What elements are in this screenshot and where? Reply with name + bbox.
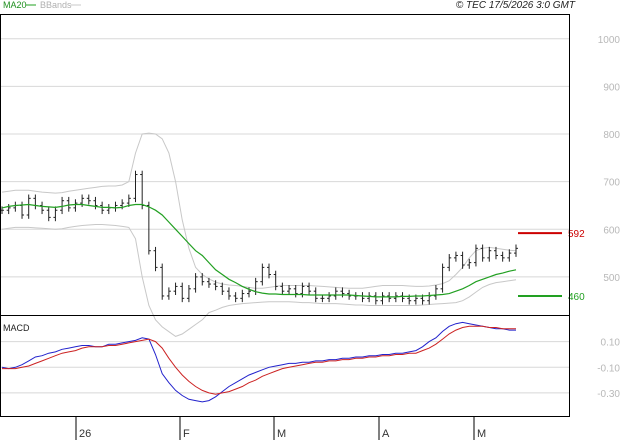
price-grid [0, 38, 570, 278]
price-bar [53, 206, 58, 222]
price-bar [440, 263, 445, 293]
price-y-tick: 800 [603, 130, 620, 141]
price-bar [86, 194, 91, 205]
price-bar [320, 294, 325, 303]
price-bar [367, 292, 372, 303]
ma20-legend-label: MA20 [3, 0, 27, 10]
price-bar [233, 292, 238, 303]
price-bar [287, 285, 292, 295]
price-y-tick: 600 [603, 225, 620, 236]
ma20-line-group [1, 203, 517, 298]
price-bar [487, 246, 492, 262]
price-y-tick: 700 [603, 178, 620, 189]
price-bar [400, 292, 405, 303]
x-tick-label: F [183, 428, 190, 440]
x-axis: 26 F M A M [75, 416, 486, 440]
price-bar [453, 251, 458, 262]
price-bar [307, 282, 312, 295]
macd-line [1, 321, 516, 403]
bbands-lower-line [1, 224, 517, 337]
x-tick-label: A [382, 428, 390, 440]
price-bar [146, 201, 151, 255]
price-bar [447, 254, 452, 272]
price-bar [267, 263, 272, 279]
price-panel: 592 460 1000 900 800 700 600 500 [0, 35, 620, 337]
price-bar [473, 244, 478, 267]
price-bar [153, 246, 158, 272]
price-bar [73, 199, 78, 212]
price-bar [500, 251, 505, 262]
price-bar [273, 270, 278, 291]
price-bar [480, 244, 485, 262]
macd-y-tick: -0.10 [597, 363, 620, 374]
price-y-ticks: 1000 900 800 700 600 500 [598, 35, 621, 284]
price-bar [327, 292, 332, 303]
bbands-upper-line [1, 132, 517, 289]
price-bar [180, 282, 185, 303]
macd-lines [1, 321, 516, 403]
price-bar [13, 201, 18, 212]
price-bar [173, 282, 178, 295]
price-bar [106, 204, 111, 215]
price-bar [340, 287, 345, 298]
price-bar [240, 289, 245, 303]
resistance-level-label: 592 [568, 229, 585, 240]
price-bar [93, 196, 98, 210]
macd-label: MACD [3, 323, 30, 333]
price-bar [380, 292, 385, 305]
price-bar [427, 292, 432, 305]
price-bar [20, 201, 25, 219]
price-bar [507, 249, 512, 262]
copyright-text: © TEC 17/5/2026 3:0 GMT [456, 0, 576, 11]
price-bar [40, 201, 45, 215]
price-bar [280, 282, 285, 295]
support-level-label: 460 [568, 292, 585, 303]
bbands-legend-label: BBands [40, 0, 72, 10]
macd-y-tick: 0.10 [601, 338, 621, 349]
price-bar [160, 263, 165, 300]
ma20-line [1, 203, 517, 298]
price-bar [133, 170, 138, 203]
price-bar [226, 287, 231, 300]
price-bar [113, 201, 118, 212]
macd-y-ticks: 0.10 -0.10 -0.30 [597, 338, 620, 400]
price-bar [6, 204, 11, 215]
price-bar [166, 287, 171, 300]
macd-y-tick: -0.30 [597, 389, 620, 400]
price-bar [293, 285, 298, 298]
price-bar [66, 196, 71, 212]
price-y-tick: 900 [603, 82, 620, 93]
x-tick-label: 26 [79, 428, 91, 440]
chart-frame [0, 14, 570, 417]
price-bar [360, 292, 365, 303]
price-y-tick: 500 [603, 273, 620, 284]
macd-panel: MACD 0.10 -0.10 -0.30 [0, 321, 620, 403]
x-tick-label: M [277, 428, 286, 440]
price-bar [140, 170, 145, 210]
price-bar [193, 273, 198, 293]
price-bar [433, 285, 438, 300]
price-bar [186, 285, 191, 303]
price-bar [46, 206, 51, 222]
price-bar [333, 287, 338, 300]
price-y-tick: 1000 [598, 35, 621, 46]
price-bar [60, 196, 65, 215]
macd-signal-line [2, 325, 516, 395]
x-tick-label: M [477, 428, 486, 440]
stock-chart: MA20 BBands © TEC 17/5/2026 3:0 GMT 592 4… [0, 0, 620, 440]
price-bar [373, 292, 378, 305]
price-bar [260, 263, 265, 286]
price-levels: 592 460 [518, 229, 585, 303]
macd-grid [0, 341, 570, 394]
bollinger-bands [1, 132, 517, 337]
price-bar [33, 194, 38, 210]
price-bar [26, 194, 31, 219]
